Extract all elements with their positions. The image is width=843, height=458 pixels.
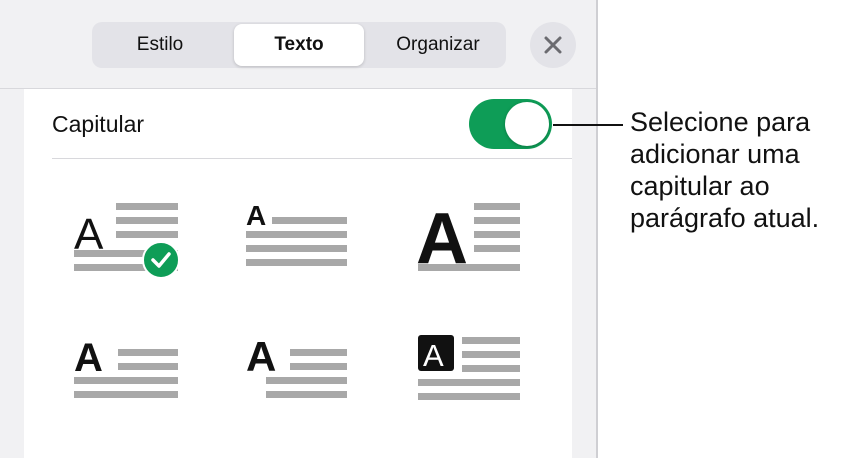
format-panel: Estilo Texto Organizar Capitular A A A A… [0, 0, 598, 458]
drop-cap-letter: A [246, 333, 276, 380]
tab-organizar[interactable]: Organizar [372, 24, 504, 66]
tab-texto[interactable]: Texto [234, 24, 364, 66]
close-icon [544, 36, 562, 54]
toggle-knob [505, 102, 549, 146]
callout-leader-line [553, 124, 623, 126]
callout-text: Selecione para adicionar uma capitular a… [630, 107, 820, 233]
tab-estilo[interactable]: Estilo [94, 24, 226, 66]
selected-check-icon [142, 241, 180, 279]
tab-control: Estilo Texto Organizar [92, 22, 506, 68]
drop-cap-section: Capitular A A A A A A [24, 89, 572, 458]
drop-cap-letter: A [423, 338, 444, 373]
close-button[interactable] [530, 22, 576, 68]
drop-cap-letter: A [74, 336, 103, 380]
drop-cap-letter: A [246, 200, 266, 231]
drop-cap-style-1[interactable]: A [72, 197, 192, 281]
drop-cap-toggle[interactable] [469, 99, 552, 149]
drop-cap-style-4[interactable]: A [72, 333, 192, 413]
drop-cap-style-5[interactable]: A [244, 333, 354, 413]
drop-cap-style-3[interactable]: A [416, 197, 526, 281]
drop-cap-style-2[interactable]: A [244, 197, 354, 281]
drop-cap-label: Capitular [52, 111, 145, 137]
divider [52, 158, 572, 159]
panel-header: Estilo Texto Organizar [0, 0, 596, 89]
drop-cap-style-6[interactable]: A [416, 333, 526, 413]
